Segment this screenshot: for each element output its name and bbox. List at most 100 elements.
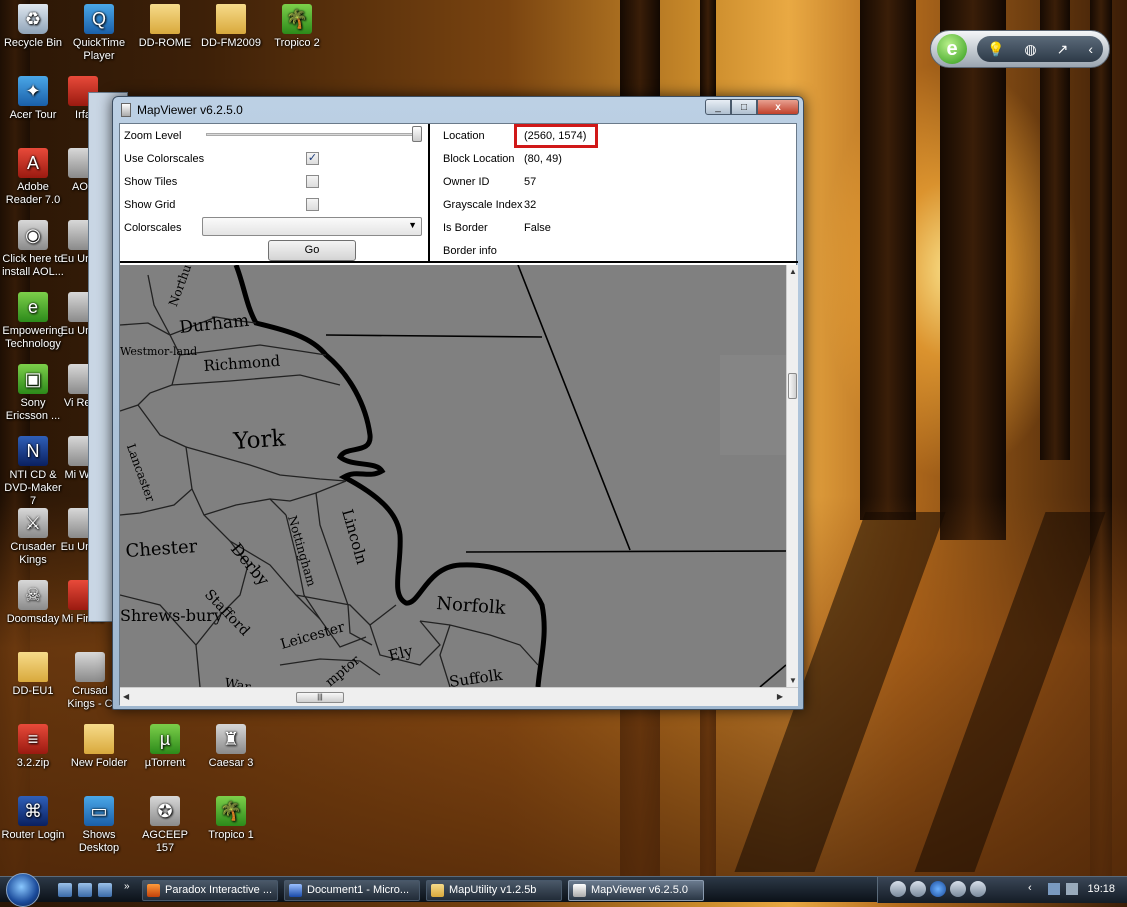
close-button[interactable]: x	[757, 99, 799, 115]
block-location-value: (80, 49)	[524, 153, 562, 165]
use-colorscales-checkbox[interactable]: ✓	[306, 152, 319, 165]
aol-icon: ◉	[18, 220, 48, 250]
desktop-icon-caesar-3[interactable]: ♜ Caesar 3	[198, 724, 264, 770]
recycle-bin-icon: ♻	[18, 4, 48, 34]
colorscales-dropdown[interactable]: ▼	[202, 217, 422, 236]
taskbar-button-word[interactable]: Document1 - Micro...	[284, 880, 420, 901]
horizontal-scroll-thumb[interactable]: |||	[296, 692, 344, 703]
desktop-icon-dd-rome[interactable]: DD-ROME	[132, 4, 198, 50]
map-view[interactable]: Northu Durham Westmor-land Richmond York…	[120, 265, 798, 706]
go-button[interactable]: Go	[268, 240, 356, 261]
desktop-icon-recycle-bin[interactable]: ♻ Recycle Bin	[0, 4, 66, 50]
scroll-left-icon[interactable]: ◀	[123, 692, 129, 701]
show-grid-checkbox[interactable]	[306, 198, 319, 211]
is-border-value: False	[524, 222, 551, 234]
quick-launch-icon[interactable]	[78, 883, 92, 897]
desktop-icon-new-folder[interactable]: New Folder	[66, 724, 132, 770]
show-desktop-icon: ▭	[84, 796, 114, 826]
tree-trunk	[940, 0, 1006, 540]
province-label-shrewsbury: Shrews-bury	[120, 606, 223, 625]
show-tiles-label: Show Tiles	[124, 176, 178, 188]
zoom-slider-track[interactable]	[206, 133, 420, 136]
desktop-icon-nti[interactable]: N NTI CD & DVD-Maker 7	[0, 436, 66, 508]
desktop-icon-crusader-kings-c[interactable]: Crusad Kings - C	[62, 652, 118, 711]
tree-trunk	[860, 0, 916, 520]
desktop-icon-dd-fm2009[interactable]: DD-FM2009	[198, 4, 264, 50]
previous-icon[interactable]	[910, 881, 926, 897]
bulb-icon[interactable]: 💡	[987, 41, 1004, 58]
desktop-icon-empowering[interactable]: e Empowering Technology	[0, 292, 66, 351]
map-canvas[interactable]: Northu Durham Westmor-land Richmond York…	[120, 265, 786, 687]
taskbar-button-mapviewer[interactable]: MapViewer v6.2.5.0	[568, 880, 704, 901]
horizontal-scrollbar[interactable]: ◀ ||| ▶	[120, 687, 798, 706]
crusader-kings-icon	[75, 652, 105, 682]
desktop-icon-sony-ericsson[interactable]: ▣ Sony Ericsson ...	[0, 364, 66, 423]
taskbar-button-firefox[interactable]: Paradox Interactive ...	[142, 880, 278, 901]
window-title: MapViewer v6.2.5.0	[137, 103, 243, 117]
desktop-icon-router-login[interactable]: ⌘ Router Login	[0, 796, 66, 842]
speaker-icon[interactable]	[1066, 883, 1078, 895]
chevron-left-icon[interactable]: ‹	[1088, 41, 1093, 57]
desktop-icon-tropico-2[interactable]: 🌴 Tropico 2	[264, 4, 330, 50]
desktop-icon-utorrent[interactable]: µ µTorrent	[132, 724, 198, 770]
quick-launch-overflow-icon[interactable]: »	[124, 881, 130, 892]
desktop-icon-crusader-kings[interactable]: ⚔ Crusader Kings	[0, 508, 66, 567]
adobe-reader-icon: A	[18, 148, 48, 178]
show-tiles-checkbox[interactable]	[306, 175, 319, 188]
media-controls	[890, 881, 986, 897]
volume-icon[interactable]	[970, 881, 986, 897]
network-icon[interactable]	[1048, 883, 1060, 895]
mapviewer-window[interactable]: MapViewer v6.2.5.0 _ □ x Zoom Level Use …	[112, 96, 804, 710]
scroll-up-icon[interactable]: ▲	[789, 267, 797, 276]
vertical-scroll-thumb[interactable]	[788, 373, 797, 399]
minimize-button[interactable]: _	[705, 99, 731, 115]
sea-border	[465, 550, 786, 553]
sidebar-gadget[interactable]: e 💡 ◍ ↗ ‹	[930, 30, 1110, 68]
desktop-icon-dd-eu1[interactable]: DD-EU1	[0, 652, 66, 698]
taskbar-button-maputility[interactable]: MapUtility v1.2.5b	[426, 880, 562, 901]
utorrent-icon: µ	[150, 724, 180, 754]
doomsday-icon: ☠	[18, 580, 48, 610]
nti-icon: N	[18, 436, 48, 466]
scroll-right-icon[interactable]: ▶	[777, 692, 783, 701]
internet-explorer-icon[interactable]: e	[937, 34, 967, 64]
play-pause-icon[interactable]	[930, 881, 946, 897]
mapviewer-icon	[573, 884, 586, 897]
tray-expand-icon[interactable]: ‹	[1028, 882, 1032, 894]
quick-launch-icon[interactable]	[98, 883, 112, 897]
folder-icon	[84, 724, 114, 754]
controls-panel: Zoom Level Use Colorscales ✓ Show Tiles …	[120, 124, 430, 263]
province-label-westmorland: Westmor-land	[120, 345, 197, 358]
caesar-icon: ♜	[216, 724, 246, 754]
map-tile-remnant	[720, 355, 786, 455]
desktop-icon-zip[interactable]: ≡ 3.2.zip	[0, 724, 66, 770]
desktop-icon-quicktime[interactable]: Q QuickTime Player	[66, 4, 132, 63]
gadget-toolbar: 💡 ◍ ↗ ‹	[977, 36, 1103, 62]
stop-icon[interactable]	[890, 881, 906, 897]
desktop-icon-agceep[interactable]: ✪ AGCEEP 157	[132, 796, 198, 855]
globe-icon[interactable]: ◍	[1024, 41, 1036, 58]
quick-launch-icon[interactable]	[58, 883, 72, 897]
clock[interactable]: 19:18	[1087, 883, 1115, 895]
title-bar[interactable]: MapViewer v6.2.5.0	[113, 97, 803, 123]
desktop-icon-aol-install[interactable]: ◉ Click here to install AOL...	[0, 220, 66, 279]
zoom-slider-thumb[interactable]	[412, 126, 422, 142]
owner-id-label: Owner ID	[443, 176, 490, 188]
maximize-button[interactable]: □	[731, 99, 757, 115]
show-grid-label: Show Grid	[124, 199, 176, 211]
scroll-down-icon[interactable]: ▼	[789, 676, 797, 685]
desktop-icon-show-desktop[interactable]: ▭ Shows Desktop	[66, 796, 132, 855]
location-label: Location	[443, 130, 485, 142]
sony-ericsson-icon: ▣	[18, 364, 48, 394]
desktop-icon-acer-tour[interactable]: ✦ Acer Tour	[0, 76, 66, 122]
province-label-york: York	[232, 425, 288, 455]
window-controls: _ □ x	[705, 99, 799, 115]
next-icon[interactable]	[950, 881, 966, 897]
chart-icon[interactable]: ↗	[1057, 41, 1069, 58]
desktop-icon-adobe-reader[interactable]: A Adobe Reader 7.0	[0, 148, 66, 207]
vertical-scrollbar[interactable]: ▲ ▼	[786, 265, 798, 687]
desktop-icon-doomsday[interactable]: ☠ Doomsday	[0, 580, 66, 626]
desktop-icon-tropico-1[interactable]: 🌴 Tropico 1	[198, 796, 264, 842]
router-icon: ⌘	[18, 796, 48, 826]
folder-icon	[216, 4, 246, 34]
